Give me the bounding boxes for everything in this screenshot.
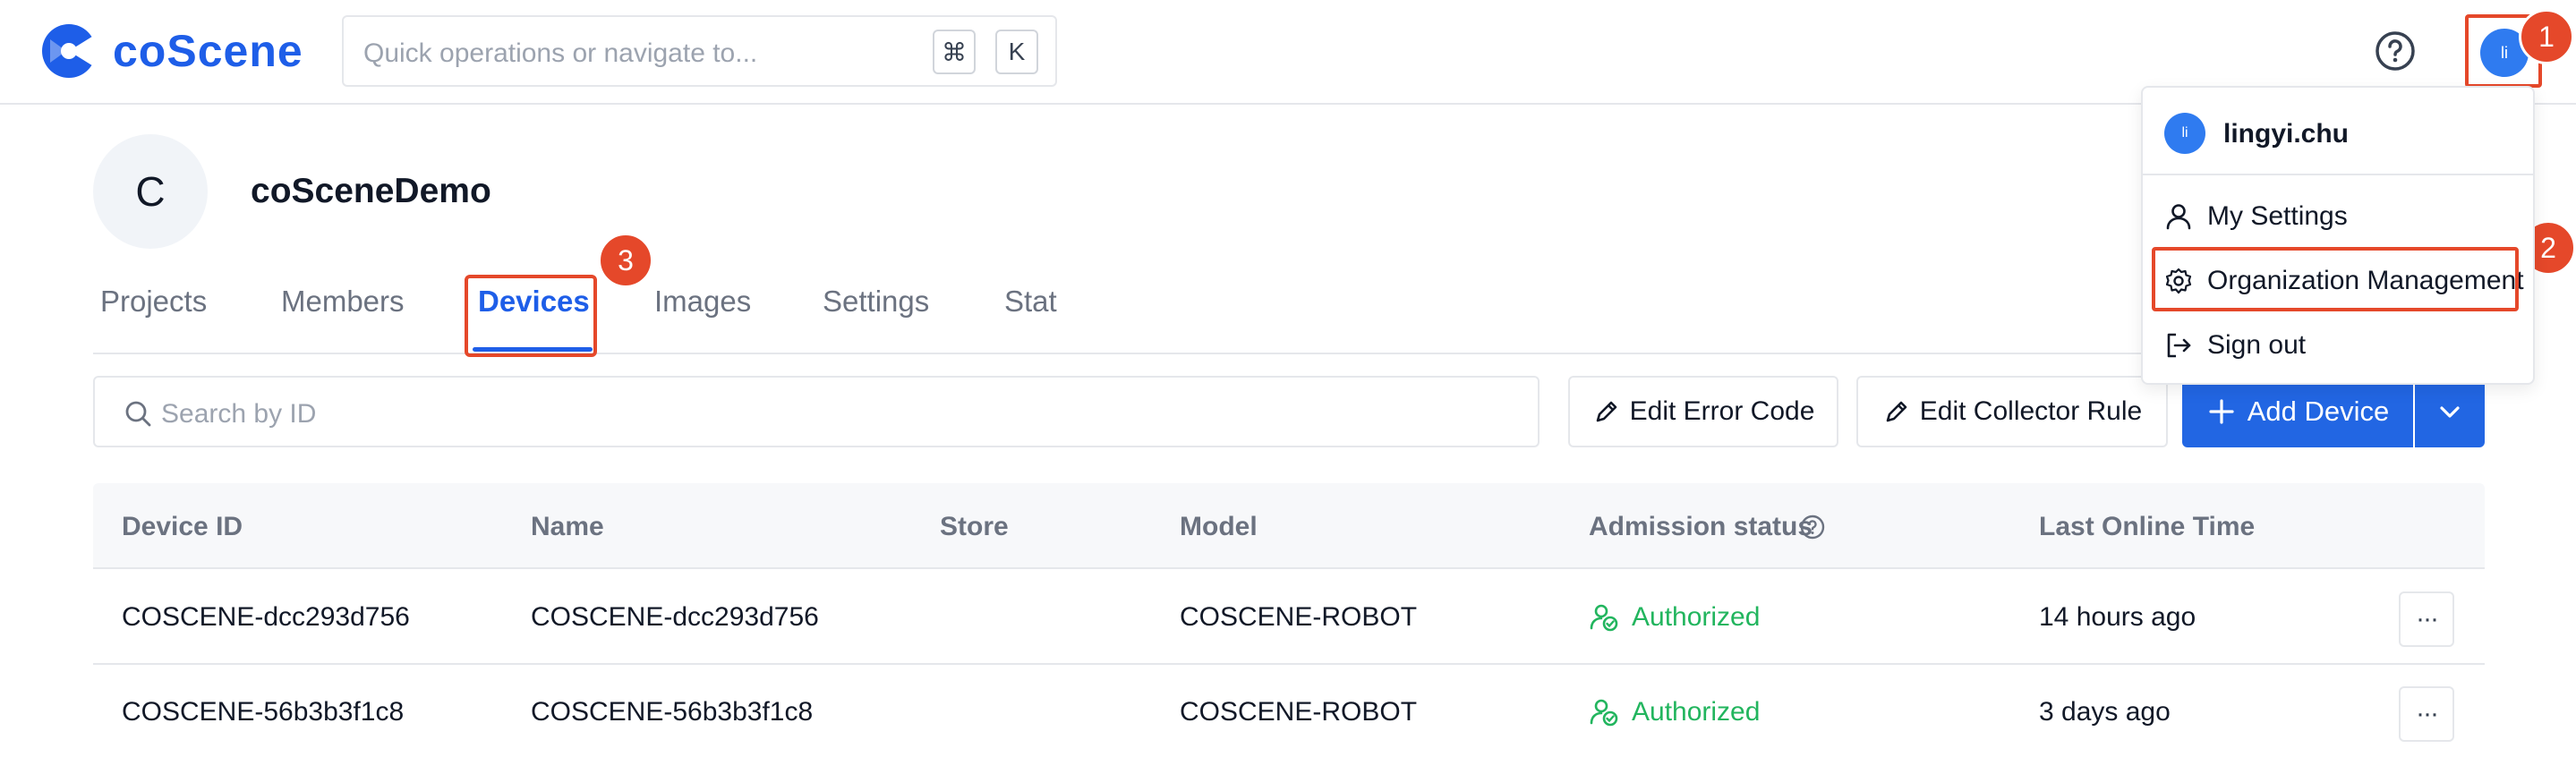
column-model: Model xyxy=(1180,512,1258,541)
cell-device-id: COSCENE-56b3b3f1c8 xyxy=(122,697,405,727)
cell-name: COSCENE-dcc293d756 xyxy=(531,602,819,632)
tab-stat[interactable]: Stat xyxy=(1004,285,1057,319)
row-more-button[interactable]: ··· xyxy=(2399,591,2454,647)
devices-tab-highlight xyxy=(465,275,597,357)
column-device-id: Device ID xyxy=(122,512,243,541)
status-label: Authorized xyxy=(1632,697,1761,727)
cell-admission-status: Authorized xyxy=(1589,602,1760,633)
tab-settings[interactable]: Settings xyxy=(823,285,929,319)
menu-avatar: li xyxy=(2164,113,2205,154)
search-icon xyxy=(125,401,151,427)
column-last-online-time: Last Online Time xyxy=(2039,512,2256,541)
edit-error-code-label: Edit Error Code xyxy=(1629,396,1815,426)
coscene-logo[interactable]: coScene xyxy=(39,21,303,81)
shortcut-cmd-key: ⌘ xyxy=(933,30,976,74)
add-device-label: Add Device xyxy=(2247,396,2390,427)
pencil-icon xyxy=(1886,401,1907,422)
edit-error-code-button[interactable]: Edit Error Code xyxy=(1568,376,1838,447)
menu-item-label: Sign out xyxy=(2207,330,2307,360)
add-device-dropdown-button[interactable] xyxy=(2415,376,2485,447)
table-row[interactable]: COSCENE-56b3b3f1c8 COSCENE-56b3b3f1c8 CO… xyxy=(93,665,2485,757)
column-name: Name xyxy=(531,512,604,541)
table-header: Device ID Name Store Model Admission sta… xyxy=(93,483,2485,569)
tab-projects[interactable]: Projects xyxy=(100,285,207,319)
menu-username: lingyi.chu xyxy=(2223,119,2350,149)
add-device-button[interactable]: Add Device xyxy=(2182,376,2413,447)
device-search-placeholder: Search by ID xyxy=(161,399,317,429)
org-avatar: C xyxy=(93,134,208,249)
plus-icon xyxy=(2209,399,2234,424)
chevron-down-icon xyxy=(2440,406,2460,418)
menu-item-sign-out[interactable]: Sign out xyxy=(2164,321,2306,370)
org-name: coSceneDemo xyxy=(251,172,491,210)
cell-last-online: 14 hours ago xyxy=(2039,602,2196,632)
logo-icon xyxy=(42,24,102,78)
menu-item-my-settings[interactable]: My Settings xyxy=(2164,192,2348,241)
cell-last-online: 3 days ago xyxy=(2039,697,2171,727)
org-management-highlight xyxy=(2152,247,2519,311)
authorized-user-icon xyxy=(1590,604,1618,632)
cell-model: COSCENE-ROBOT xyxy=(1180,602,1418,632)
menu-user-header: li lingyi.chu xyxy=(2143,88,2533,175)
column-store: Store xyxy=(940,512,1009,541)
annotation-badge-1: 1 xyxy=(2519,9,2574,64)
quick-search-placeholder: Quick operations or navigate to... xyxy=(363,38,758,68)
cell-model: COSCENE-ROBOT xyxy=(1180,697,1418,727)
pencil-icon xyxy=(1596,401,1616,422)
table-row[interactable]: COSCENE-dcc293d756 COSCENE-dcc293d756 CO… xyxy=(93,570,2485,665)
sign-out-icon xyxy=(2167,333,2191,358)
user-dropdown-menu: li lingyi.chu My Settings Organization M… xyxy=(2141,86,2535,385)
logo-text: coScene xyxy=(113,26,303,76)
tab-members[interactable]: Members xyxy=(281,285,405,319)
authorized-user-icon xyxy=(1590,699,1618,727)
info-icon[interactable] xyxy=(1799,514,1826,540)
status-label: Authorized xyxy=(1632,602,1761,632)
cell-admission-status: Authorized xyxy=(1589,697,1760,727)
shortcut-k-key: K xyxy=(995,30,1038,74)
edit-collector-rule-label: Edit Collector Rule xyxy=(1919,396,2143,426)
column-admission-status: Admission status xyxy=(1589,512,1813,541)
user-icon xyxy=(2166,204,2191,230)
cell-device-id: COSCENE-dcc293d756 xyxy=(122,602,410,632)
org-tabs: Projects Members Devices Images Settings… xyxy=(93,268,2485,354)
cell-name: COSCENE-56b3b3f1c8 xyxy=(531,697,814,727)
row-more-button[interactable]: ··· xyxy=(2399,686,2454,742)
edit-collector-rule-button[interactable]: Edit Collector Rule xyxy=(1856,376,2168,447)
device-search-input[interactable]: Search by ID xyxy=(93,376,1540,447)
help-icon[interactable] xyxy=(2374,30,2417,72)
quick-search-input[interactable]: Quick operations or navigate to... ⌘ K xyxy=(342,15,1057,87)
tab-images[interactable]: Images xyxy=(654,285,751,319)
menu-item-label: My Settings xyxy=(2207,201,2348,231)
